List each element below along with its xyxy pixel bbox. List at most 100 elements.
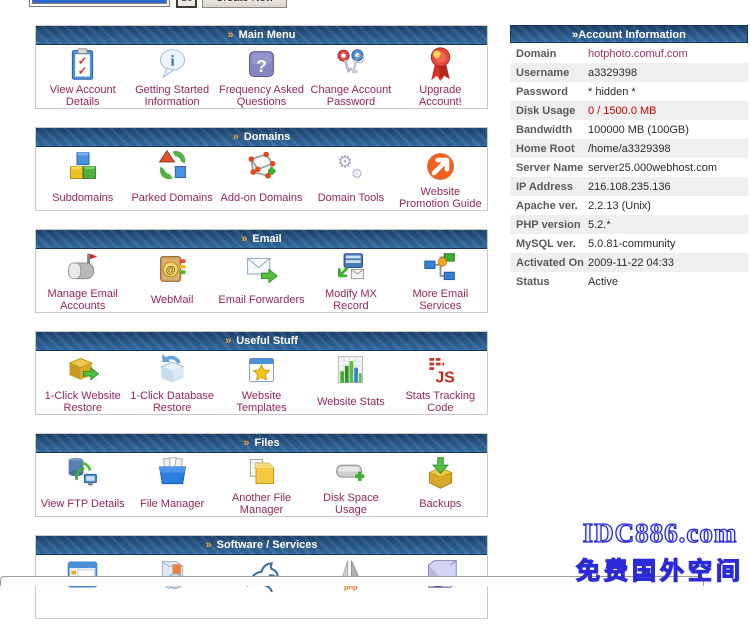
account-info-label: Disk Usage bbox=[510, 105, 588, 117]
menu-item-label: More Email Services bbox=[396, 287, 485, 313]
menu-item-label: Website Templates bbox=[217, 389, 306, 415]
account-info-value: server25.000webhost.com bbox=[588, 162, 717, 174]
menu-item-label: Email Forwarders bbox=[217, 287, 305, 313]
menu-item-label: Stats Tracking Code bbox=[396, 389, 485, 415]
menu-item-label: Domain Tools bbox=[317, 185, 385, 211]
menu-section: »Files View FTP Details File Manager Ano… bbox=[35, 433, 488, 517]
account-info-label: MySQL ver. bbox=[510, 238, 588, 250]
menu-item-label: Add-on Domains bbox=[220, 185, 304, 211]
site-select-input[interactable] bbox=[29, 0, 170, 7]
section-items: Manage Email Accounts @ WebMail Email Fo… bbox=[36, 249, 487, 313]
svg-text:⚙: ⚙ bbox=[351, 166, 363, 182]
menu-item-label: Disk Space Usage bbox=[306, 491, 395, 517]
account-info-row: Home Root /home/a3329398 bbox=[510, 139, 748, 158]
section-items: ✓✓ View Account Details i Getting Starte… bbox=[36, 45, 487, 109]
menu-item-upgrade-account[interactable]: Upgrade Account! bbox=[396, 46, 485, 109]
menu-item-getting-started[interactable]: i Getting Started Information bbox=[127, 46, 216, 109]
faq-icon: ? bbox=[243, 46, 280, 83]
menu-item-label: 1-Click Database Restore bbox=[127, 389, 216, 415]
menu-item-php[interactable]: php bbox=[396, 556, 485, 619]
software-install-icon bbox=[154, 556, 191, 593]
account-info-value: 0 / 1500.0 MB bbox=[588, 105, 657, 117]
disk-usage-icon bbox=[332, 454, 369, 491]
section-title: Email bbox=[252, 233, 281, 245]
account-info-value: * hidden * bbox=[588, 86, 636, 98]
menu-item-label bbox=[439, 593, 441, 619]
account-info-row: Activated On 2009-11-22 04:33 bbox=[510, 253, 748, 272]
menu-item-addon-domains[interactable]: Add-on Domains bbox=[217, 148, 306, 211]
menu-item-subdomains[interactable]: Subdomains bbox=[38, 148, 127, 211]
account-info-label: Password bbox=[510, 86, 588, 98]
svg-text:JS: JS bbox=[435, 370, 454, 387]
account-info-title: Account Information bbox=[578, 29, 686, 41]
menu-item-website-stats[interactable]: Website Stats bbox=[306, 352, 395, 415]
menu-item-label: Backups bbox=[418, 491, 462, 517]
menu-item-control-panel[interactable] bbox=[38, 556, 127, 619]
control-panel-icon bbox=[64, 556, 101, 593]
file-manager-icon bbox=[154, 454, 191, 491]
menu-item-manage-email[interactable]: Manage Email Accounts bbox=[38, 250, 127, 313]
menu-item-mysql[interactable] bbox=[217, 556, 306, 619]
account-info-value: 100000 MB (100GB) bbox=[588, 124, 689, 136]
menu-item-domain-tools[interactable]: ⚙⚙ Domain Tools bbox=[306, 148, 395, 211]
account-info-value: Active bbox=[588, 276, 618, 288]
menu-item-modify-mx[interactable]: Modify MX Record bbox=[306, 250, 395, 313]
phpmyadmin-icon: php bbox=[332, 556, 369, 593]
menu-item-website-templates[interactable]: Website Templates bbox=[217, 352, 306, 415]
website-templates-icon bbox=[243, 352, 280, 389]
account-info-value[interactable]: hotphoto.comuf.com bbox=[588, 48, 688, 60]
menu-item-parked-domains[interactable]: Parked Domains bbox=[127, 148, 216, 211]
account-info-rows: Domain hotphoto.comuf.com Username a3329… bbox=[510, 44, 748, 291]
account-info-label: Activated On bbox=[510, 257, 588, 269]
menu-item-backups[interactable]: Backups bbox=[396, 454, 485, 517]
menu-item-label bbox=[82, 593, 84, 619]
section-title: Software / Services bbox=[217, 539, 318, 551]
ftp-details-icon bbox=[64, 454, 101, 491]
account-info-label: Home Root bbox=[510, 143, 588, 155]
website-stats-icon bbox=[332, 352, 369, 389]
section-header-arrow: » bbox=[228, 29, 234, 41]
menu-item-webmail[interactable]: @ WebMail bbox=[127, 250, 216, 313]
addon-domains-icon bbox=[243, 148, 280, 185]
manage-email-icon bbox=[64, 250, 101, 287]
menu-item-label: Frequency Asked Questions bbox=[217, 83, 306, 109]
account-info-row: Password * hidden * bbox=[510, 82, 748, 101]
menu-item-change-password[interactable]: Change Account Password bbox=[306, 46, 395, 109]
menu-item-file-manager[interactable]: File Manager bbox=[127, 454, 216, 517]
menu-item-label: Change Account Password bbox=[306, 83, 395, 109]
stats-tracking-icon: JS bbox=[422, 352, 459, 389]
menu-item-database-restore[interactable]: 1-Click Database Restore bbox=[127, 352, 216, 415]
go-button[interactable]: Go bbox=[176, 0, 197, 8]
menu-item-stats-tracking[interactable]: JS Stats Tracking Code bbox=[396, 352, 485, 415]
section-header: »Useful Stuff bbox=[36, 332, 487, 351]
section-title: Files bbox=[255, 437, 280, 449]
menu-item-another-file-manager[interactable]: Another File Manager bbox=[217, 454, 306, 517]
menu-item-phpmyadmin[interactable]: php bbox=[306, 556, 395, 619]
menu-item-more-email[interactable]: More Email Services bbox=[396, 250, 485, 313]
php-icon: php bbox=[422, 556, 459, 593]
account-info-value: 2009-11-22 04:33 bbox=[588, 257, 674, 269]
create-new-button[interactable]: Create New bbox=[202, 0, 287, 8]
menu-item-label: WebMail bbox=[150, 287, 195, 313]
menu-item-label: Website Stats bbox=[316, 389, 386, 415]
menu-section: »Email Manage Email Accounts @ WebMail E… bbox=[35, 229, 488, 313]
account-info-panel: »Account Information Domain hotphoto.com… bbox=[510, 25, 748, 291]
menu-section: »Domains Subdomains Parked Domains Add-o… bbox=[35, 127, 488, 211]
menu-item-website-promotion[interactable]: Website Promotion Guide bbox=[396, 148, 485, 211]
menu-item-ftp-details[interactable]: View FTP Details bbox=[38, 454, 127, 517]
menu-section: »Useful Stuff 1-Click Website Restore 1-… bbox=[35, 331, 488, 415]
menu-item-view-account-details[interactable]: ✓✓ View Account Details bbox=[38, 46, 127, 109]
menu-item-disk-usage[interactable]: Disk Space Usage bbox=[306, 454, 395, 517]
section-title: Domains bbox=[244, 131, 290, 143]
menu-item-software-install[interactable] bbox=[127, 556, 216, 619]
section-header-arrow: » bbox=[225, 335, 231, 347]
menu-item-email-forwarders[interactable]: Email Forwarders bbox=[217, 250, 306, 313]
section-title: Main Menu bbox=[239, 29, 296, 41]
account-info-value: 5.2.* bbox=[588, 219, 611, 231]
account-info-label: Apache ver. bbox=[510, 200, 588, 212]
account-info-label: PHP version bbox=[510, 219, 588, 231]
website-restore-icon bbox=[64, 352, 101, 389]
menu-item-faq[interactable]: ? Frequency Asked Questions bbox=[217, 46, 306, 109]
menu-item-website-restore[interactable]: 1-Click Website Restore bbox=[38, 352, 127, 415]
menu-item-label: Manage Email Accounts bbox=[38, 287, 127, 313]
